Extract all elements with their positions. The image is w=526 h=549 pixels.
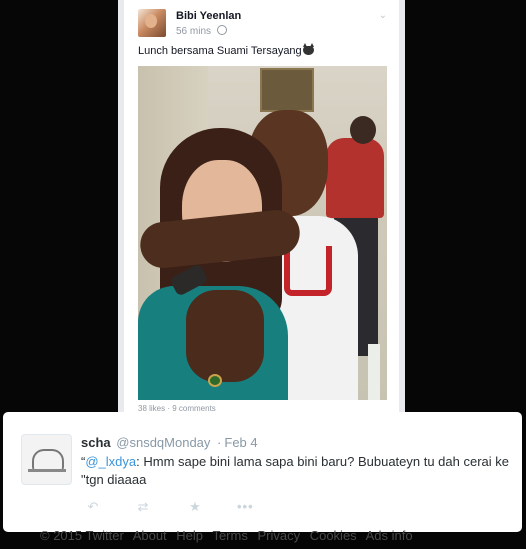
cat-emoji-icon [302,43,314,55]
user-name[interactable]: scha [81,435,111,450]
footer-ads-info[interactable]: Ads info [366,528,413,543]
post-caption-text: Lunch bersama Suami Tersayang [138,45,302,57]
tweet-time[interactable]: Feb 4 [224,435,257,450]
tweet-body: : Hmm sape bini lama sapa bini baru? Bub… [81,454,510,487]
favorite-icon[interactable]: ★ [187,500,203,514]
globe-icon [217,25,228,35]
footer: © 2015 Twitter About Help Terms Privacy … [40,528,419,543]
post-caption: Lunch bersama Suami Tersayang [138,43,314,57]
reply-icon[interactable]: ↶ [85,500,101,514]
footer-about[interactable]: About [133,528,167,543]
footer-help[interactable]: Help [176,528,203,543]
chevron-down-icon: ⌄ [378,10,387,21]
post-time: 56 mins [176,25,228,37]
profile-avatar [138,9,166,37]
background-left [0,0,118,410]
footer-cookies[interactable]: Cookies [310,528,357,543]
user-handle[interactable]: @snsdqMonday [116,435,210,450]
tweet-text: “@_lxdya: Hmm sape bini lama sapa bini b… [81,453,511,489]
mention-link[interactable]: @_lxdya [85,454,136,469]
footer-privacy[interactable]: Privacy [257,528,300,543]
background-right [405,0,526,410]
more-icon[interactable]: ••• [237,500,253,514]
footer-copyright: © 2015 Twitter [40,528,124,543]
footer-terms[interactable]: Terms [212,528,247,543]
screenshot-image: Bibi Yeenlan 56 mins ⌄ Lunch bersama Sua… [118,0,405,412]
post-stats: 38 likes · 9 comments [138,404,216,412]
post-author: Bibi Yeenlan [176,10,242,22]
post-photo [138,66,387,400]
facebook-post: Bibi Yeenlan 56 mins ⌄ Lunch bersama Sua… [124,0,399,412]
tweet-header: scha @snsdqMonday · Feb 4 [81,435,258,450]
post-time-text: 56 mins [176,26,212,37]
user-avatar[interactable] [21,434,72,485]
tweet-card: scha @snsdqMonday · Feb 4 “@_lxdya: Hmm s… [3,412,522,532]
separator: · [217,435,222,450]
retweet-icon[interactable]: ⇄ [135,500,151,514]
